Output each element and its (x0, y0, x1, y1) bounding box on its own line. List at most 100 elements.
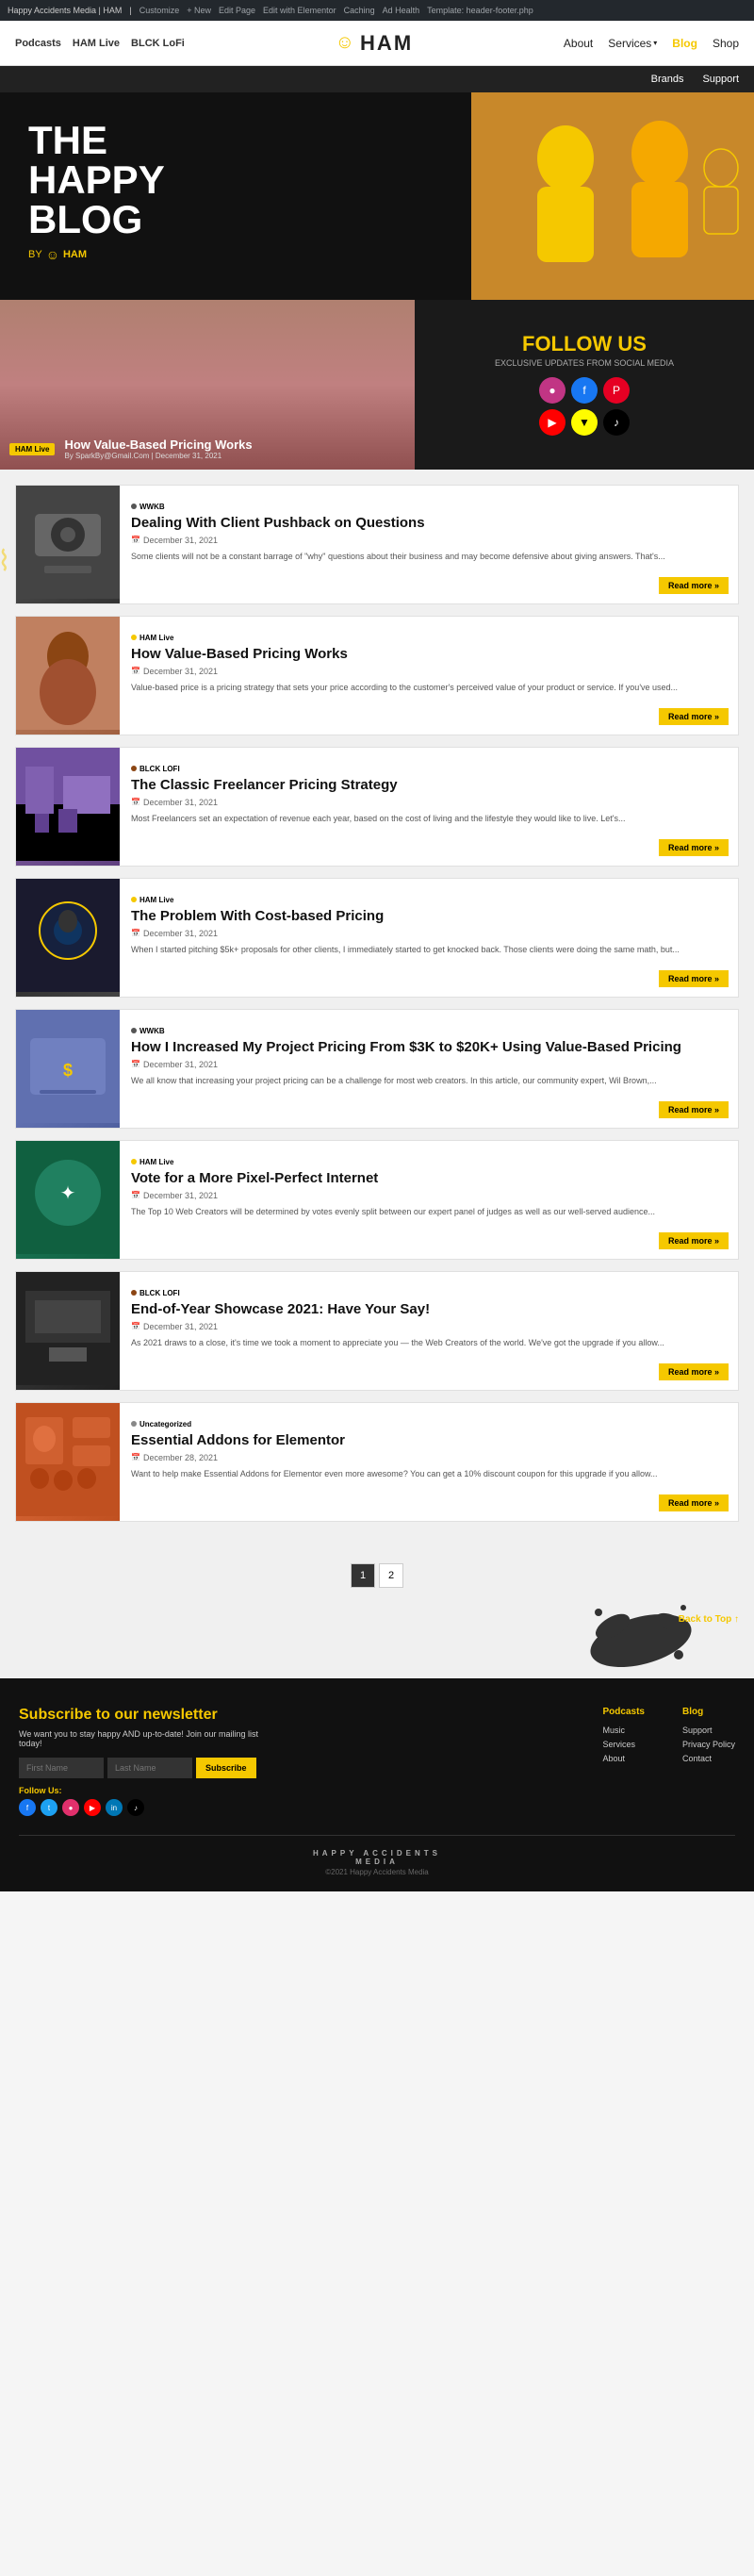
post-thumbnail: ✦ (16, 1141, 120, 1259)
footer-linkedin-icon[interactable]: in (106, 1799, 123, 1816)
newsletter-firstname-input[interactable] (19, 1758, 104, 1778)
footer-col-blog-title: Blog (682, 1707, 735, 1717)
snapchat-icon[interactable]: ▼ (571, 409, 598, 436)
post-content: HAM Live Vote for a More Pixel-Perfect I… (120, 1141, 738, 1259)
featured-tag: HAM Live (9, 443, 55, 455)
footer-top: Subscribe to our newsletter We want you … (19, 1707, 735, 1816)
tag-dot-icon (131, 1028, 137, 1033)
read-more-button[interactable]: Read more » (659, 1101, 729, 1118)
post-thumbnail (16, 1403, 120, 1521)
top-nav: Podcasts HAM Live BLCK LoFi ☺ HAM About … (0, 21, 754, 66)
admin-new[interactable]: + New (187, 6, 211, 15)
post-pixel-illustration: ✦ (16, 1141, 120, 1254)
calendar-icon: 📅 (131, 929, 140, 937)
tiktok-icon[interactable]: ♪ (603, 409, 630, 436)
facebook-icon[interactable]: f (571, 377, 598, 404)
page-1-button[interactable]: 1 (351, 1563, 375, 1588)
post-title: The Classic Freelancer Pricing Strategy (131, 777, 727, 794)
hero-title: THE HAPPY BLOG (28, 121, 165, 239)
footer-twitter-icon[interactable]: t (41, 1799, 57, 1816)
footer-link-privacy[interactable]: Privacy Policy (682, 1740, 735, 1749)
post-excerpt: Value-based price is a pricing strategy … (131, 682, 727, 695)
subscribe-button[interactable]: Subscribe (196, 1758, 256, 1778)
newsletter-lastname-input[interactable] (107, 1758, 192, 1778)
page-2-button[interactable]: 2 (379, 1563, 403, 1588)
footer-link-about[interactable]: About (603, 1754, 645, 1763)
read-more-button[interactable]: Read more » (659, 839, 729, 856)
post-tag: BLCK LOFI (131, 1289, 180, 1297)
hero-section: THE HAPPY BLOG BY ☺ HAM (0, 92, 754, 300)
table-row: BLCK LOFI The Classic Freelancer Pricing… (15, 747, 739, 867)
nav-podcasts[interactable]: Podcasts (15, 38, 61, 49)
admin-sep: | (129, 6, 131, 15)
post-radio-illustration (16, 486, 120, 599)
tag-dot-icon (131, 504, 137, 509)
site-logo[interactable]: ☺ HAM (336, 31, 414, 56)
footer-link-services[interactable]: Services (603, 1740, 645, 1749)
read-more-button[interactable]: Read more » (659, 1494, 729, 1511)
footer-facebook-icon[interactable]: f (19, 1799, 36, 1816)
tag-dot-icon (131, 635, 137, 640)
footer-tiktok-icon[interactable]: ♪ (127, 1799, 144, 1816)
calendar-icon: 📅 (131, 667, 140, 675)
nav-blog[interactable]: Blog (672, 37, 697, 50)
post-excerpt: As 2021 draws to a close, it's time we t… (131, 1337, 727, 1350)
admin-ad-health[interactable]: Ad Health (383, 6, 420, 15)
nav-brands[interactable]: Brands (651, 74, 684, 85)
post-title: Dealing With Client Pushback on Question… (131, 515, 727, 532)
post-showcase-illustration (16, 1272, 120, 1385)
footer-instagram-icon[interactable]: ● (62, 1799, 79, 1816)
nav-support[interactable]: Support (702, 74, 739, 85)
instagram-icon[interactable]: ● (539, 377, 566, 404)
table-row: WWKB Dealing With Client Pushback on Que… (15, 485, 739, 604)
admin-edit-page[interactable]: Edit Page (219, 6, 255, 15)
newsletter-description: We want you to stay happy AND up-to-date… (19, 1729, 283, 1748)
table-row: $ WWKB How I Increased My Project Pricin… (15, 1009, 739, 1129)
post-woman-illustration (16, 617, 120, 730)
footer-link-support[interactable]: Support (682, 1726, 735, 1735)
footer-youtube-icon[interactable]: ▶ (84, 1799, 101, 1816)
nav-about[interactable]: About (564, 37, 593, 50)
post-tag: Uncategorized (131, 1420, 191, 1428)
pinterest-icon[interactable]: P (603, 377, 630, 404)
tag-dot-icon (131, 1290, 137, 1296)
post-thumbnail (16, 486, 120, 603)
post-excerpt: We all know that increasing your project… (131, 1075, 727, 1088)
table-row: Uncategorized Essential Addons for Eleme… (15, 1402, 739, 1522)
admin-caching[interactable]: Caching (344, 6, 375, 15)
admin-customize[interactable]: Customize (139, 6, 180, 15)
follow-us-box: FOLLOW US EXCLUSIVE UPDATES FROM SOCIAL … (415, 300, 754, 470)
post-tag: HAM Live (131, 634, 173, 642)
hero-by: BY ☺ HAM (28, 247, 165, 262)
back-to-top-link[interactable]: Back to Top ↑ (679, 1614, 739, 1625)
read-more-button[interactable]: Read more » (659, 708, 729, 725)
post-content: HAM Live The Problem With Cost-based Pri… (120, 879, 738, 997)
read-more-button[interactable]: Read more » (659, 970, 729, 987)
top-nav-right: About Services ▾ Blog Shop (564, 37, 739, 50)
table-row: HAM Live The Problem With Cost-based Pri… (15, 878, 739, 998)
admin-elementor[interactable]: Edit with Elementor (263, 6, 336, 15)
admin-site-name[interactable]: Happy Accidents Media | HAM (8, 6, 122, 15)
post-excerpt: The Top 10 Web Creators will be determin… (131, 1206, 727, 1219)
read-more-button[interactable]: Read more » (659, 1232, 729, 1249)
post-image-bg (16, 617, 120, 735)
admin-template[interactable]: Template: header-footer.php (427, 6, 533, 15)
footer-link-contact[interactable]: Contact (682, 1754, 735, 1763)
hero-text: THE HAPPY BLOG BY ☺ HAM (28, 121, 165, 262)
calendar-icon: 📅 (131, 798, 140, 806)
read-more-button[interactable]: Read more » (659, 1363, 729, 1380)
post-street-illustration (16, 748, 120, 861)
footer-links: Podcasts Music Services About Blog Suppo… (320, 1707, 735, 1816)
read-more-button[interactable]: Read more » (659, 577, 729, 594)
footer-col-blog: Blog Support Privacy Policy Contact (682, 1707, 735, 1816)
footer-link-music[interactable]: Music (603, 1726, 645, 1735)
logo-smiley-icon: ☺ (336, 32, 356, 54)
post-title: End-of-Year Showcase 2021: Have Your Say… (131, 1301, 727, 1318)
nav-services[interactable]: Services ▾ (608, 37, 657, 50)
nav-blck-lofi[interactable]: BLCK LoFi (131, 38, 185, 49)
nav-shop[interactable]: Shop (713, 37, 739, 50)
calendar-icon: 📅 (131, 536, 140, 544)
featured-post-image[interactable]: HAM Live How Value-Based Pricing Works B… (0, 300, 415, 470)
nav-ham-live[interactable]: HAM Live (73, 38, 120, 49)
youtube-icon[interactable]: ▶ (539, 409, 566, 436)
